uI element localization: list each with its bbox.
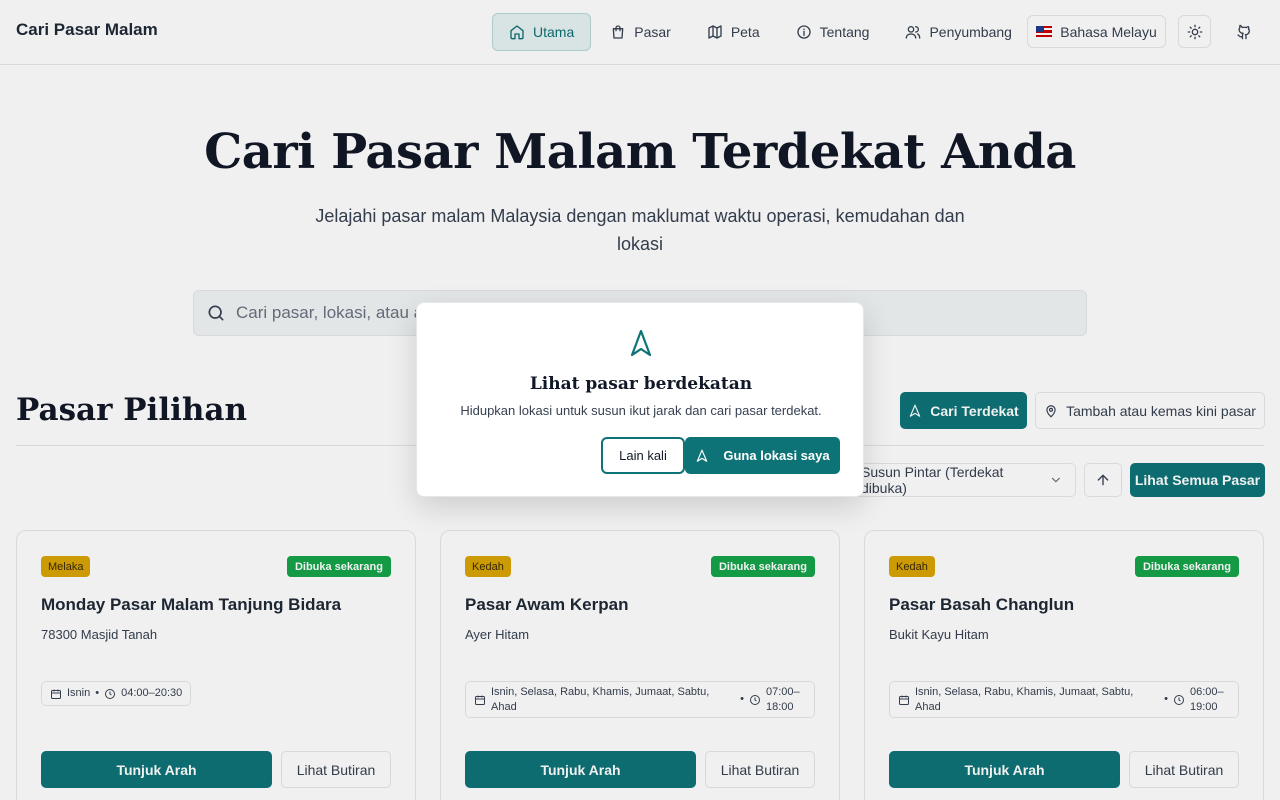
- use-my-location-button[interactable]: Guna lokasi saya: [685, 437, 840, 474]
- dialog-title: Lihat pasar berdekatan: [529, 374, 753, 394]
- navigation-icon: [630, 329, 652, 357]
- later-button[interactable]: Lain kali: [601, 437, 685, 474]
- location-permission-dialog: Lihat pasar berdekatan Hidupkan lokasi u…: [416, 302, 864, 497]
- navigation-icon: [697, 449, 708, 462]
- use-location-label: Guna lokasi saya: [723, 448, 830, 463]
- dialog-text: Hidupkan lokasi untuk susun ikut jarak d…: [460, 403, 822, 418]
